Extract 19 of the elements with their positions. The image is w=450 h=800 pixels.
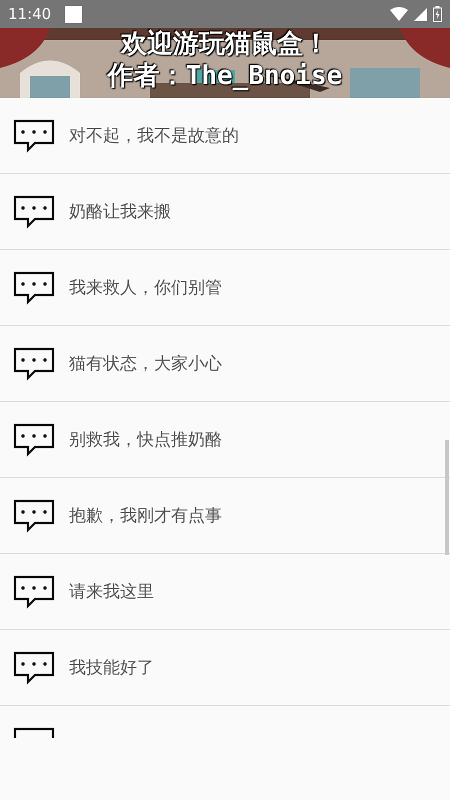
chat-bubble-icon [13, 194, 55, 228]
chat-bubble-icon [13, 422, 55, 456]
status-time: 11:40 [8, 5, 52, 23]
message-item[interactable]: 猫有状态，大家小心 [0, 326, 450, 402]
message-item[interactable]: 请来我这里 [0, 554, 450, 630]
chat-bubble-icon [13, 346, 55, 380]
chat-bubble-icon [13, 498, 55, 532]
message-item[interactable]: 我来救人，你们别管 [0, 250, 450, 326]
chat-bubble-icon [13, 574, 55, 608]
signal-icon [414, 8, 427, 20]
notification-icon [65, 6, 82, 22]
chat-bubble-icon [13, 270, 55, 304]
battery-icon [433, 6, 442, 22]
message-item[interactable]: 我技能好了 [0, 630, 450, 706]
message-item[interactable]: 奶酪让我来搬 [0, 174, 450, 250]
chat-bubble-icon [13, 650, 55, 684]
wifi-icon [390, 7, 408, 21]
message-item[interactable]: 对不起，我不是故意的 [0, 98, 450, 174]
chat-bubble-icon [13, 118, 55, 152]
